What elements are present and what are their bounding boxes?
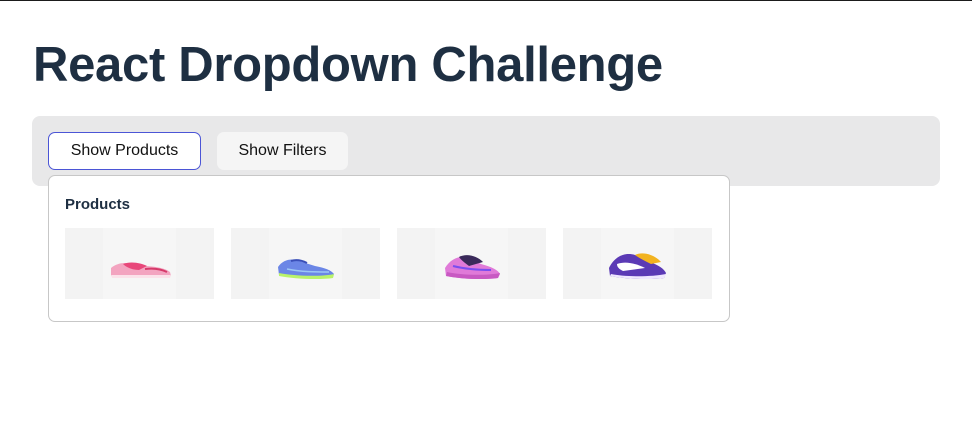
dropdown-title: Products <box>65 196 131 213</box>
pink-sneaker-image <box>111 262 171 278</box>
product-list <box>65 228 712 299</box>
page-title: React Dropdown Challenge <box>33 38 663 92</box>
product-card[interactable] <box>65 228 214 299</box>
show-filters-button[interactable]: Show Filters <box>217 132 348 170</box>
purple-gold-basketball-shoe-image <box>609 253 666 280</box>
product-card[interactable] <box>397 228 546 299</box>
show-products-button[interactable]: Show Products <box>48 132 201 170</box>
blue-running-shoe-image <box>278 259 334 280</box>
purple-basketball-shoe-image <box>445 255 500 280</box>
products-dropdown: Products <box>48 175 730 322</box>
product-card[interactable] <box>231 228 380 299</box>
product-card[interactable] <box>563 228 712 299</box>
